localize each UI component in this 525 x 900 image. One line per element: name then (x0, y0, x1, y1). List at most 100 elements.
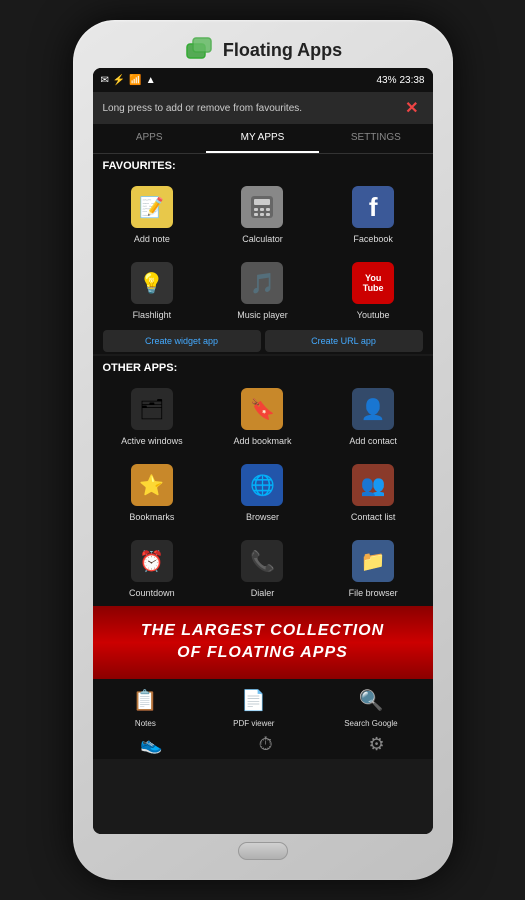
other-apps-grid: 🗂 Active windows 🔖 Add bookmark 👤 Add co… (93, 378, 433, 606)
app-title: Floating Apps (223, 40, 342, 61)
youtube-label: Youtube (357, 310, 390, 320)
list-item[interactable]: ⭐ Bookmarks (97, 454, 208, 530)
youtube-icon-wrap: You Tube (350, 260, 396, 306)
add-bookmark-icon-wrap: 🔖 (239, 386, 285, 432)
calculator-icon-wrap (239, 184, 285, 230)
create-widget-button[interactable]: Create widget app (103, 330, 261, 352)
tabs-row: APPS MY APPS SETTINGS (93, 124, 433, 154)
close-button[interactable]: ✕ (401, 98, 422, 118)
list-item[interactable]: 💡 Flashlight (97, 252, 208, 328)
flashlight-label: Flashlight (133, 310, 172, 320)
contact-list-label: Contact list (351, 512, 396, 522)
music-player-icon: 🎵 (241, 262, 283, 304)
calculator-label: Calculator (242, 234, 283, 244)
list-item[interactable]: 🌐 Browser (207, 454, 318, 530)
time-text: 23:38 (399, 75, 424, 86)
home-button[interactable] (238, 842, 288, 860)
list-item[interactable]: f Facebook (318, 176, 429, 252)
add-contact-icon-wrap: 👤 (350, 386, 396, 432)
search-google-item[interactable]: 🔍 Search Google (344, 683, 397, 728)
bottom-apps-row: 📋 Notes 📄 PDF viewer 🔍 Search Google (93, 679, 433, 730)
app-title-row: Floating Apps (183, 34, 342, 66)
list-item[interactable]: ⏰ Countdown (97, 530, 208, 606)
status-bar: ✉ ⚡ 📶 ▲ 43% 23:38 (93, 68, 433, 92)
signal-icon: ▲ (146, 75, 156, 86)
timer-icon: ⏱ (259, 734, 273, 755)
favourites-grid: 📝 Add note Calculator f F (93, 176, 433, 328)
calculator-icon (241, 186, 283, 228)
tab-apps[interactable]: APPS (93, 124, 206, 153)
list-item[interactable]: 🔖 Add bookmark (207, 378, 318, 454)
browser-label: Browser (246, 512, 279, 522)
promo-banner: THE LARGEST COLLECTION OF FLOATING APPS (93, 606, 433, 679)
create-buttons-row: Create widget app Create URL app (93, 328, 433, 354)
search-google-icon: 🔍 (353, 683, 389, 719)
list-item[interactable]: 🎵 Music player (207, 252, 318, 328)
file-browser-icon: 📁 (352, 540, 394, 582)
list-item[interactable]: 🗂 Active windows (97, 378, 208, 454)
browser-icon-wrap: 🌐 (239, 462, 285, 508)
more-row: 👟 ⏱ ⚙ (93, 730, 433, 759)
status-right: 43% 23:38 (376, 75, 424, 86)
music-player-label: Music player (237, 310, 288, 320)
other-apps-label: OTHER APPS: (93, 356, 433, 378)
active-windows-label: Active windows (121, 436, 183, 446)
contact-list-icon: 👥 (352, 464, 394, 506)
banner-line1: THE LARGEST COLLECTION (103, 620, 423, 642)
dialer-label: Dialer (251, 588, 275, 598)
pdf-viewer-icon: 📄 (236, 683, 272, 719)
favourites-label: FAVOURITES: (93, 154, 433, 176)
notes-label: Notes (135, 719, 156, 728)
facebook-icon-wrap: f (350, 184, 396, 230)
notice-bar: Long press to add or remove from favouri… (93, 92, 433, 124)
browser-icon: 🌐 (241, 464, 283, 506)
list-item[interactable]: 📝 Add note (97, 176, 208, 252)
notes-item[interactable]: 📋 Notes (127, 683, 163, 728)
search-google-label: Search Google (344, 719, 397, 728)
add-contact-label: Add contact (349, 436, 397, 446)
add-contact-icon: 👤 (352, 388, 394, 430)
create-url-button[interactable]: Create URL app (265, 330, 423, 352)
countdown-icon-wrap: ⏰ (129, 538, 175, 584)
phone-screen: ✉ ⚡ 📶 ▲ 43% 23:38 Long press to add or r… (93, 68, 433, 834)
list-item[interactable]: 👤 Add contact (318, 378, 429, 454)
facebook-icon: f (352, 186, 394, 228)
facebook-label: Facebook (353, 234, 393, 244)
wifi-icon: 📶 (129, 75, 141, 86)
flashlight-icon: 💡 (131, 262, 173, 304)
pdf-viewer-item[interactable]: 📄 PDF viewer (233, 683, 274, 728)
contact-list-icon-wrap: 👥 (350, 462, 396, 508)
list-item[interactable]: 📁 File browser (318, 530, 429, 606)
file-browser-label: File browser (349, 588, 398, 598)
list-item[interactable]: 👥 Contact list (318, 454, 429, 530)
mail-icon: ✉ (101, 75, 109, 86)
countdown-icon: ⏰ (131, 540, 173, 582)
list-item[interactable]: 📞 Dialer (207, 530, 318, 606)
list-item[interactable]: Calculator (207, 176, 318, 252)
bluetooth-icon: ⚡ (113, 75, 125, 86)
tab-myapps[interactable]: MY APPS (206, 124, 319, 153)
bookmarks-icon: ⭐ (131, 464, 173, 506)
dialer-icon-wrap: 📞 (239, 538, 285, 584)
notes-icon: 📋 (127, 683, 163, 719)
file-browser-icon-wrap: 📁 (350, 538, 396, 584)
active-windows-icon-wrap: 🗂 (129, 386, 175, 432)
dialer-icon: 📞 (241, 540, 283, 582)
list-item[interactable]: You Tube Youtube (318, 252, 429, 328)
countdown-label: Countdown (129, 588, 175, 598)
youtube-icon: You Tube (352, 262, 394, 304)
bookmarks-icon-wrap: ⭐ (129, 462, 175, 508)
battery-text: 43% (376, 75, 396, 86)
tab-settings[interactable]: SETTINGS (319, 124, 432, 153)
music-player-icon-wrap: 🎵 (239, 260, 285, 306)
banner-line2: OF FLOATING APPS (103, 642, 423, 664)
popup-overlay: Long press to add or remove from favouri… (93, 92, 433, 834)
phone-frame: Floating Apps ✉ ⚡ 📶 ▲ 43% 23:38 Long pre… (73, 20, 453, 880)
note-icon: 📝 (131, 186, 173, 228)
bookmarks-label: Bookmarks (129, 512, 174, 522)
add-bookmark-label: Add bookmark (233, 436, 291, 446)
phone-top-bar: Floating Apps (81, 32, 445, 68)
notice-text: Long press to add or remove from favouri… (103, 103, 402, 114)
add-note-icon-wrap: 📝 (129, 184, 175, 230)
shoe-icon: 👟 (140, 734, 162, 755)
